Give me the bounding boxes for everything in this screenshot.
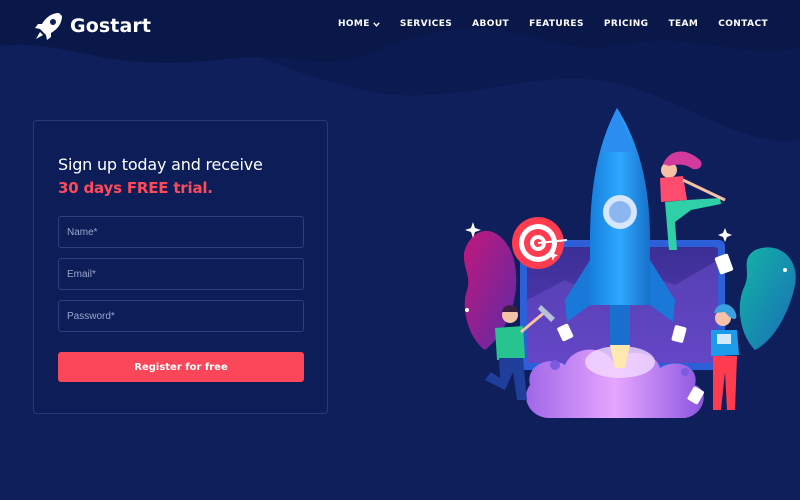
nav-item-label: HOME <box>337 19 370 29</box>
email-field[interactable] <box>58 258 304 290</box>
nav-item-features[interactable]: FEATURES <box>529 19 584 29</box>
brand-name: Gostart <box>70 15 152 37</box>
nav-item-label: TEAM <box>668 19 699 29</box>
nav-item-label: CONTACT <box>718 19 768 29</box>
name-field[interactable] <box>58 216 304 248</box>
nav-item-label: ABOUT <box>472 19 510 29</box>
nav-item-home[interactable]: HOME <box>338 19 380 29</box>
nav-item-services[interactable]: SERVICES <box>400 19 452 29</box>
nav-item-contact[interactable]: CONTACT <box>718 19 768 29</box>
chevron-down-icon <box>373 21 380 27</box>
nav-item-team[interactable]: TEAM <box>668 19 698 29</box>
nav-item-about[interactable]: ABOUT <box>472 19 509 29</box>
password-field[interactable] <box>58 300 304 332</box>
nav-item-pricing[interactable]: PRICING <box>604 19 649 29</box>
main-nav: HOME SERVICES ABOUT FEATURES PRICING TEA… <box>338 19 768 29</box>
signup-card: Sign up today and receive 30 days FREE t… <box>33 120 328 414</box>
signup-title: Sign up today and receive <box>58 155 263 174</box>
nav-item-label: FEATURES <box>529 19 584 29</box>
trial-highlight: 30 days FREE trial. <box>58 179 213 197</box>
brand-logo[interactable]: Gostart <box>32 9 151 43</box>
register-button[interactable]: Register for free <box>58 352 304 382</box>
nav-item-label: SERVICES <box>399 19 453 29</box>
site-header: Gostart HOME SERVICES ABOUT FEATURES PRI… <box>0 0 800 52</box>
rocket-icon <box>35 13 62 40</box>
nav-item-label: PRICING <box>603 19 649 29</box>
rocket-launch-illustration <box>463 108 796 418</box>
